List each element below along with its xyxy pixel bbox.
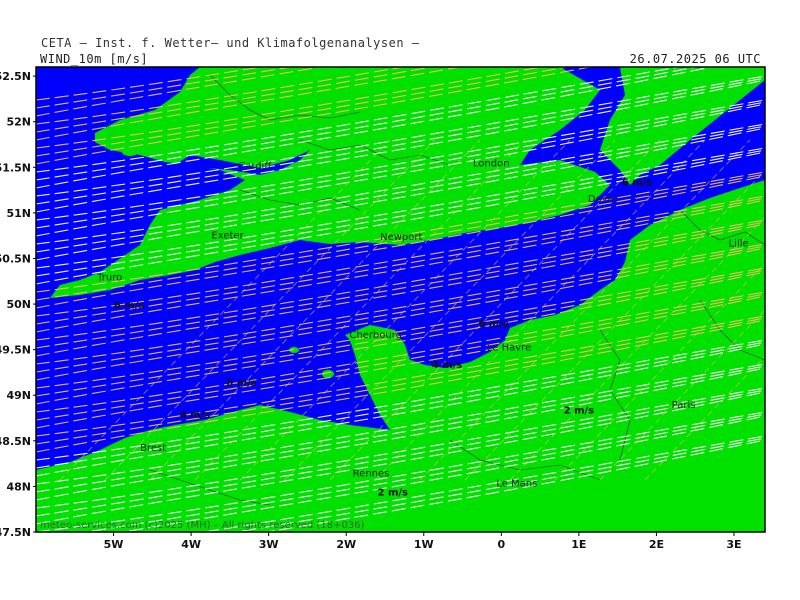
lat-tick-label: 52N — [6, 116, 31, 129]
map-body — [36, 67, 765, 532]
wind-speed-label: 6 m/s — [114, 301, 145, 312]
lon-tick-label: 3W — [259, 538, 279, 551]
wind-speed-label: 4 m/s — [432, 360, 463, 371]
city-label: Truro — [96, 272, 122, 283]
lat-tick-label: 50.5N — [0, 252, 31, 265]
wind-speed-label: 4 m/s — [180, 410, 211, 421]
lat-tick-label: 49.5N — [0, 344, 31, 357]
wind-speed-label: 2 m/s — [378, 488, 409, 499]
lat-tick-label: 47.5N — [0, 526, 31, 539]
wind-speed-label: 6 m/s — [226, 378, 257, 389]
city-label: Paris — [672, 400, 696, 411]
wind-speed-label: 6 m/s — [478, 319, 509, 330]
copyright-notice: meteo-services.com (c)2025 (MH) – All ri… — [40, 520, 365, 531]
lat-tick-label: 51.5N — [0, 161, 31, 174]
city-label: Exeter — [211, 230, 244, 241]
wind-speed-label: 2 m/s — [564, 405, 595, 416]
city-label: London — [473, 158, 510, 169]
lon-tick-label: 1W — [414, 538, 434, 551]
city-label: Cherbourg — [349, 330, 402, 341]
city-label: Rennes — [353, 468, 390, 479]
lon-tick-label: 3E — [726, 538, 741, 551]
lat-tick-label: 50N — [6, 298, 31, 311]
lon-tick-label: 4W — [181, 538, 201, 551]
lat-tick-label: 49N — [6, 389, 31, 402]
lon-tick-label: 5W — [104, 538, 124, 551]
wind-map: 52.5N 52N 51.5N 51N 50.5N 50N 49.5N 49N 48.5N 48N… — [0, 66, 766, 551]
lon-tick-label: 0 — [497, 538, 505, 551]
city-label: Dover — [588, 194, 619, 205]
city-label: Le Havre — [487, 343, 531, 354]
city-label: Cardiff — [238, 161, 272, 172]
lon-tick-label: 2W — [336, 538, 356, 551]
wind-speed-label: 6 m/s — [622, 178, 653, 189]
city-label: Lille — [729, 239, 749, 250]
city-label: Newport — [380, 232, 422, 243]
lat-tick-label: 48.5N — [0, 435, 31, 448]
lon-tick-label: 1E — [571, 538, 586, 551]
lat-tick-label: 52.5N — [0, 70, 31, 83]
lat-tick-label: 48N — [6, 480, 31, 493]
city-label: Le Mans — [496, 478, 537, 489]
lat-tick-label: 51N — [6, 207, 31, 220]
lon-tick-label: 2E — [649, 538, 664, 551]
city-label: Brest — [140, 443, 166, 454]
